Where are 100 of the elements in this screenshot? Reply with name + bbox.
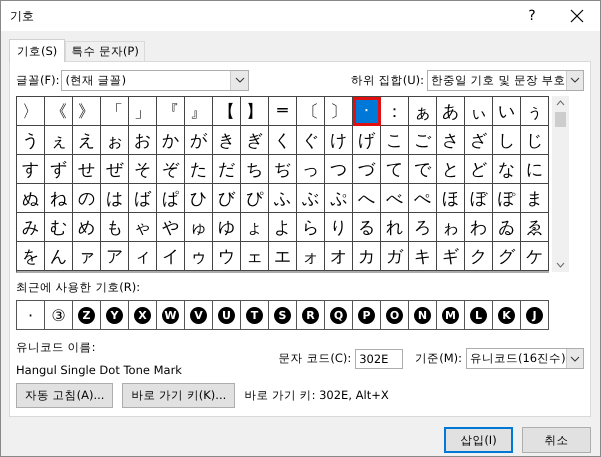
- symbol-cell[interactable]: を: [17, 242, 45, 271]
- scroll-thumb[interactable]: [555, 112, 566, 127]
- symbol-cell[interactable]: ゎ: [437, 213, 465, 242]
- symbol-cell[interactable]: ぢ: [269, 155, 297, 184]
- recent-symbol-cell[interactable]: U: [213, 301, 241, 329]
- recent-symbol-cell[interactable]: Y: [101, 301, 129, 329]
- symbol-cell[interactable]: そ: [129, 155, 157, 184]
- symbol-cell[interactable]: イ: [157, 242, 185, 271]
- symbol-cell[interactable]: っ: [297, 155, 325, 184]
- symbol-cell[interactable]: む: [45, 213, 73, 242]
- insert-button[interactable]: 삽입(I): [444, 427, 513, 453]
- symbol-cell[interactable]: よ: [269, 213, 297, 242]
- recent-symbol-cell[interactable]: J: [521, 301, 548, 329]
- symbol-cell[interactable]: の: [73, 184, 101, 213]
- scrollbar[interactable]: [552, 96, 569, 272]
- symbol-cell[interactable]: ぷ: [325, 184, 353, 213]
- symbol-cell[interactable]: ぁ: [409, 97, 437, 126]
- symbol-cell[interactable]: ィ: [129, 242, 157, 271]
- symbol-cell[interactable]: ぽ: [493, 184, 521, 213]
- symbol-cell[interactable]: ガ: [381, 242, 409, 271]
- symbol-cell[interactable]: グ: [493, 242, 521, 271]
- symbol-cell[interactable]: ろ: [409, 213, 437, 242]
- symbol-cell[interactable]: 『: [157, 97, 185, 126]
- recent-symbol-cell[interactable]: N: [409, 301, 437, 329]
- recent-symbol-cell[interactable]: O: [381, 301, 409, 329]
- symbol-cell[interactable]: ぉ: [101, 126, 129, 155]
- symbol-cell[interactable]: ゑ: [521, 213, 549, 242]
- symbol-cell[interactable]: れ: [381, 213, 409, 242]
- symbol-cell[interactable]: づ: [353, 155, 381, 184]
- recent-symbol-cell[interactable]: K: [493, 301, 521, 329]
- symbol-cell[interactable]: が: [185, 126, 213, 155]
- symbol-cell[interactable]: に: [521, 155, 549, 184]
- symbol-cell[interactable]: 】: [241, 97, 269, 126]
- symbol-cell[interactable]: ゅ: [185, 213, 213, 242]
- symbol-cell[interactable]: だ: [213, 155, 241, 184]
- symbol-cell[interactable]: ケ: [521, 242, 549, 271]
- symbol-cell[interactable]: ふ: [269, 184, 297, 213]
- recent-symbol-cell[interactable]: M: [437, 301, 465, 329]
- symbol-cell[interactable]: ォ: [297, 242, 325, 271]
- symbol-cell[interactable]: ず: [45, 155, 73, 184]
- symbol-cell[interactable]: 》: [73, 97, 101, 126]
- symbol-cell[interactable]: あ: [437, 97, 465, 126]
- recent-symbol-cell[interactable]: Z: [73, 301, 101, 329]
- recent-symbol-cell[interactable]: V: [185, 301, 213, 329]
- recent-symbol-cell[interactable]: ·: [17, 301, 45, 329]
- symbol-cell[interactable]: つ: [325, 155, 353, 184]
- recent-symbol-cell[interactable]: W: [157, 301, 185, 329]
- symbol-cell[interactable]: ぺ: [409, 184, 437, 213]
- symbol-cell[interactable]: え: [73, 126, 101, 155]
- recent-symbol-cell[interactable]: X: [129, 301, 157, 329]
- symbol-cell[interactable]: ア: [101, 242, 129, 271]
- font-dropdown[interactable]: (현재 글꼴): [61, 70, 250, 90]
- symbol-cell[interactable]: と: [437, 155, 465, 184]
- symbol-cell[interactable]: ひ: [185, 184, 213, 213]
- symbol-cell[interactable]: ど: [465, 155, 493, 184]
- symbol-cell[interactable]: キ: [409, 242, 437, 271]
- symbol-cell[interactable]: こ: [381, 126, 409, 155]
- autocorrect-button[interactable]: 자동 고침(A)...: [16, 383, 114, 408]
- symbol-cell[interactable]: や: [157, 213, 185, 242]
- recent-symbol-cell[interactable]: L: [465, 301, 493, 329]
- symbol-cell[interactable]: カ: [353, 242, 381, 271]
- symbol-cell[interactable]: ぐ: [297, 126, 325, 155]
- symbol-cell[interactable]: ═: [269, 97, 297, 126]
- symbol-cell[interactable]: ぇ: [45, 126, 73, 155]
- symbol-cell[interactable]: ぅ: [521, 97, 549, 126]
- symbol-cell[interactable]: る: [353, 213, 381, 242]
- symbol-cell[interactable]: ゐ: [493, 213, 521, 242]
- symbol-cell[interactable]: ゆ: [213, 213, 241, 242]
- recent-symbol-cell[interactable]: ③: [45, 301, 73, 329]
- symbol-cell[interactable]: ：: [381, 97, 409, 126]
- symbol-cell[interactable]: ん: [45, 242, 73, 271]
- symbol-cell[interactable]: ぜ: [101, 155, 129, 184]
- symbol-cell[interactable]: は: [101, 184, 129, 213]
- symbol-cell[interactable]: う: [17, 126, 45, 155]
- symbol-cell[interactable]: ぃ: [465, 97, 493, 126]
- recent-symbol-cell[interactable]: T: [241, 301, 269, 329]
- symbol-cell[interactable]: け: [325, 126, 353, 155]
- symbol-cell[interactable]: げ: [353, 126, 381, 155]
- symbol-cell[interactable]: ち: [241, 155, 269, 184]
- symbol-cell[interactable]: ギ: [437, 242, 465, 271]
- symbol-cell[interactable]: ば: [129, 184, 157, 213]
- symbol-cell[interactable]: ぶ: [297, 184, 325, 213]
- symbol-cell[interactable]: も: [101, 213, 129, 242]
- symbol-cell[interactable]: ぬ: [17, 184, 45, 213]
- symbol-cell[interactable]: め: [73, 213, 101, 242]
- tab[interactable]: 기호(S): [9, 39, 66, 62]
- symbol-cell[interactable]: ぱ: [157, 184, 185, 213]
- symbol-cell[interactable]: ァ: [73, 242, 101, 271]
- symbol-cell[interactable]: じ: [521, 126, 549, 155]
- symbol-cell[interactable]: ね: [45, 184, 73, 213]
- recent-symbol-cell[interactable]: S: [269, 301, 297, 329]
- symbol-cell[interactable]: ざ: [465, 126, 493, 155]
- symbol-cell[interactable]: わ: [465, 213, 493, 242]
- symbol-cell[interactable]: た: [185, 155, 213, 184]
- tab[interactable]: 특수 문자(P): [65, 41, 145, 61]
- symbol-cell[interactable]: で: [409, 155, 437, 184]
- symbol-cell[interactable]: び: [213, 184, 241, 213]
- symbol-cell[interactable]: 《: [45, 97, 73, 126]
- symbol-cell[interactable]: 〉: [17, 97, 45, 126]
- symbol-cell[interactable]: て: [381, 155, 409, 184]
